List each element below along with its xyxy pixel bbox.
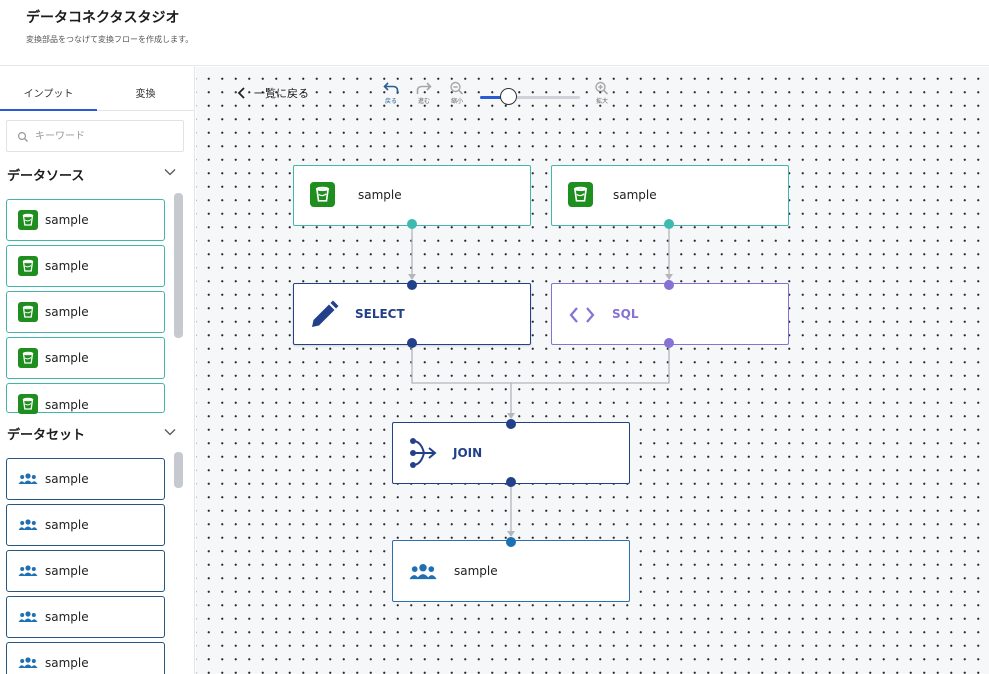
- zoom-in-icon: [595, 81, 609, 95]
- sidebar: インプット 変換 データソース sample sample: [0, 66, 195, 674]
- arrowhead: [665, 274, 673, 280]
- datasource-scrollbar[interactable]: [174, 193, 183, 338]
- bucket-icon: [18, 256, 38, 276]
- search-icon: [17, 131, 28, 142]
- bucket-icon: [18, 210, 38, 230]
- arrowhead: [408, 274, 416, 280]
- app-header: データコネクタスタジオ 変換部品をつなげて変換フローを作成します。: [0, 0, 989, 66]
- dataset-item-label: sample: [45, 656, 89, 670]
- redo-icon: [416, 82, 432, 94]
- dataset-item[interactable]: sample: [6, 642, 165, 674]
- zoom-out-icon: [450, 81, 464, 95]
- code-icon: [569, 307, 595, 323]
- tab-transform[interactable]: 変換: [97, 66, 194, 111]
- section-label-datasource: データソース: [7, 169, 85, 184]
- datasource-item-label: sample: [45, 213, 89, 227]
- bucket-icon: [568, 182, 593, 207]
- flow-canvas[interactable]: 一覧に戻る 戻る 進む 縮小 拡大 sample sample SELECT S…: [196, 67, 989, 674]
- arrowhead: [507, 413, 515, 419]
- edge-select-join: [411, 343, 512, 417]
- flow-node-join[interactable]: JOIN: [392, 422, 630, 484]
- datasource-item-label: sample: [45, 351, 89, 365]
- datasource-item[interactable]: sample: [6, 337, 165, 379]
- chevron-down-icon: [164, 169, 176, 176]
- back-label: 一覧に戻る: [254, 87, 309, 100]
- bucket-icon: [18, 348, 38, 368]
- datasource-item[interactable]: sample: [6, 199, 165, 241]
- users-icon: [18, 473, 38, 484]
- dataset-item-label: sample: [45, 564, 89, 578]
- page-title: データコネクタスタジオ: [26, 10, 180, 26]
- page-subtitle: 変換部品をつなげて変換フローを作成します。: [26, 35, 194, 44]
- zoom-out-label: 縮小: [450, 98, 463, 105]
- users-icon: [18, 519, 38, 530]
- undo-icon: [383, 82, 399, 94]
- flow-node-source[interactable]: sample: [293, 165, 531, 226]
- zoom-out-button[interactable]: 縮小: [445, 81, 469, 113]
- dataset-item[interactable]: sample: [6, 550, 165, 592]
- pencil-icon: [312, 300, 339, 327]
- merge-icon: [410, 438, 437, 468]
- flow-node-source[interactable]: sample: [551, 165, 789, 226]
- bucket-icon: [18, 394, 38, 414]
- arrowhead: [507, 531, 515, 537]
- dataset-scrollbar[interactable]: [174, 452, 183, 488]
- node-label: sample: [358, 188, 402, 202]
- flow-node-dataset[interactable]: sample: [392, 540, 630, 602]
- section-header-dataset[interactable]: データセット: [0, 414, 184, 448]
- datasource-item[interactable]: sample: [6, 383, 165, 414]
- datasource-item-label: sample: [45, 398, 89, 412]
- dataset-item-label: sample: [45, 610, 89, 624]
- sidebar-tabs: インプット 変換: [0, 66, 194, 111]
- node-label: SQL: [612, 307, 639, 321]
- dataset-item[interactable]: sample: [6, 504, 165, 546]
- search-box: [6, 120, 184, 152]
- chevron-left-icon: [237, 87, 245, 99]
- redo-button[interactable]: 進む: [412, 81, 436, 113]
- tab-input[interactable]: インプット: [0, 66, 97, 111]
- users-icon: [409, 564, 437, 580]
- node-label: JOIN: [453, 446, 483, 460]
- search-input[interactable]: [35, 127, 175, 145]
- dataset-item-label: sample: [45, 518, 89, 532]
- redo-label: 進む: [417, 98, 430, 105]
- dataset-item[interactable]: sample: [6, 458, 165, 500]
- bucket-icon: [310, 182, 335, 207]
- users-icon: [18, 565, 38, 576]
- datasource-item[interactable]: sample: [6, 245, 165, 287]
- chevron-down-icon: [164, 429, 176, 436]
- node-label: sample: [454, 564, 498, 578]
- datasource-item-label: sample: [45, 305, 89, 319]
- zoom-in-button[interactable]: 拡大: [590, 81, 614, 113]
- section-header-datasource[interactable]: データソース: [0, 158, 184, 188]
- users-icon: [18, 611, 38, 622]
- flow-node-sql[interactable]: SQL: [551, 283, 789, 345]
- node-label: sample: [613, 188, 657, 202]
- zoom-in-label: 拡大: [595, 98, 608, 105]
- node-label: SELECT: [355, 307, 405, 321]
- dataset-item-label: sample: [45, 472, 89, 486]
- zoom-slider-thumb[interactable]: [499, 88, 517, 105]
- section-label-dataset: データセット: [7, 428, 86, 443]
- datasource-item-label: sample: [45, 259, 89, 273]
- edge-sql-join: [511, 343, 670, 384]
- undo-label: 戻る: [384, 98, 397, 105]
- users-icon: [18, 657, 38, 668]
- datasource-item[interactable]: sample: [6, 291, 165, 333]
- flow-node-select[interactable]: SELECT: [293, 283, 531, 345]
- bucket-icon: [18, 302, 38, 322]
- undo-button[interactable]: 戻る: [379, 81, 403, 113]
- dataset-item[interactable]: sample: [6, 596, 165, 638]
- zoom-slider[interactable]: [480, 96, 580, 99]
